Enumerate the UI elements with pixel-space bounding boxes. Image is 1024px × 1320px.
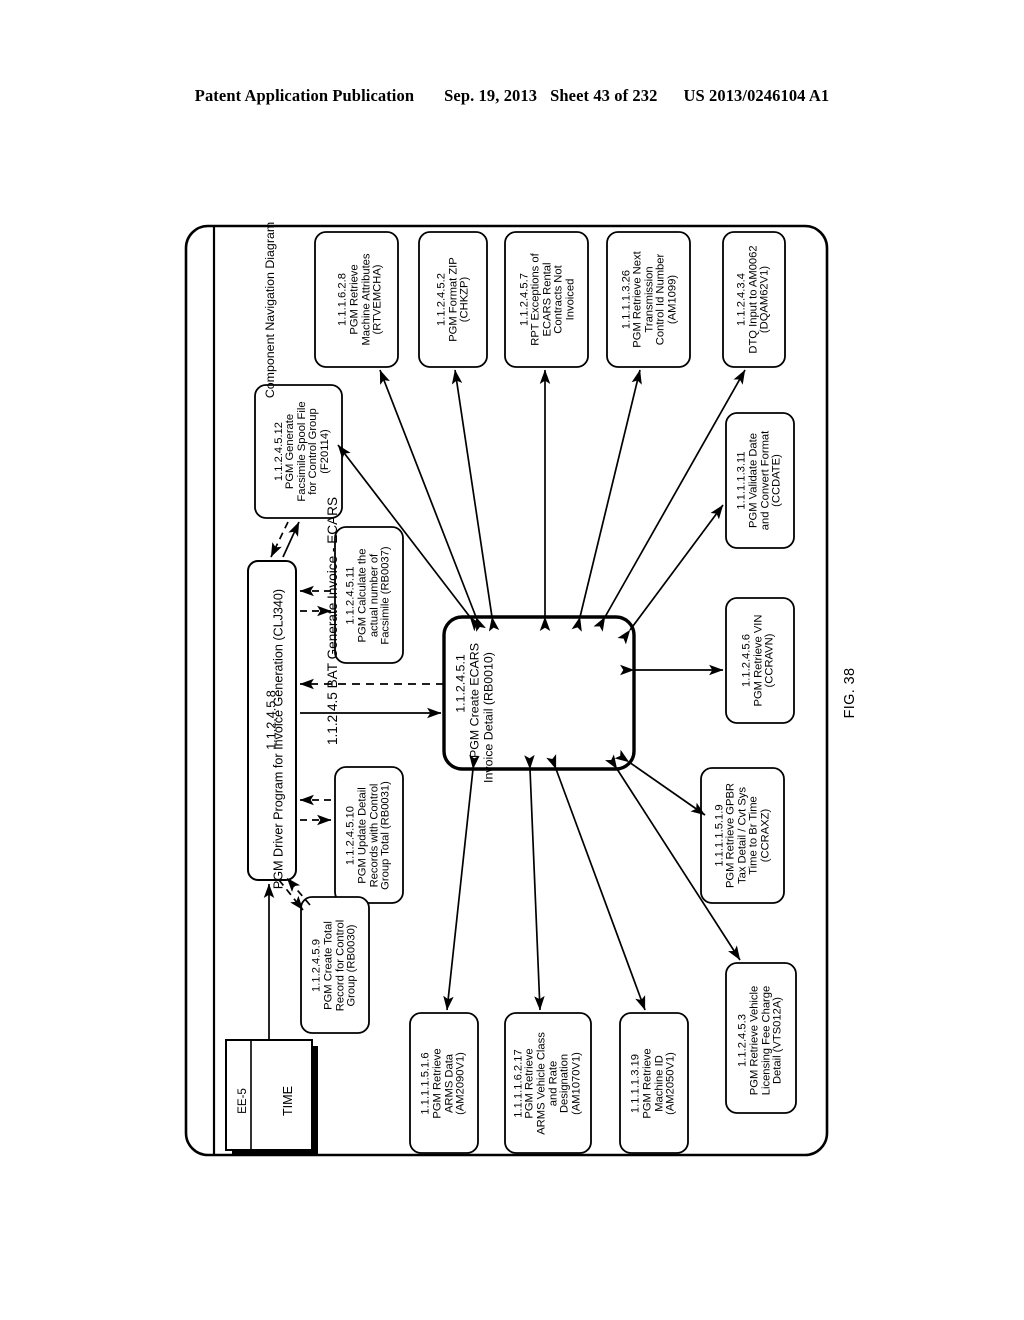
connector-center-arms-vehicle-class — [524, 754, 545, 1011]
box-calc-facsimile — [334, 526, 404, 664]
box-create-total — [300, 896, 370, 1034]
box-dtq-input — [722, 231, 786, 368]
connector-center-machine-id — [546, 754, 646, 1011]
box-machine-id — [619, 1012, 689, 1154]
box-arms-vehicle-class — [504, 1012, 592, 1154]
connector-createtotal-to-driver — [286, 877, 311, 906]
box-gpbr-tax — [700, 767, 785, 904]
figure-canvas: 1.1.2.4.5 BAT Generate Invoice - ECARS C… — [0, 0, 1024, 1320]
connector-center-next-transmission — [571, 369, 642, 632]
box-arms-data — [409, 1012, 479, 1154]
connector-center-update-detail-diag — [582, 769, 697, 900]
connector-center-arms-data — [443, 754, 480, 1011]
connector-center-validate-date — [617, 504, 724, 645]
box-driver-program — [247, 560, 297, 881]
connector-center-gpbr-tax — [614, 749, 706, 816]
box-update-detail — [334, 766, 404, 904]
box-format-zip — [418, 231, 488, 368]
component-navigation-diagram — [184, 224, 829, 1157]
box-next-transmission — [606, 231, 691, 368]
datastore-time — [225, 1039, 313, 1151]
connector-center-format-zip — [451, 369, 500, 632]
box-facsimile-spool — [254, 384, 343, 519]
box-validate-date — [725, 412, 795, 549]
box-rpt-exceptions — [504, 231, 589, 368]
connector-center-dtq-input — [593, 369, 746, 632]
connector-driver-to-createtotal — [278, 879, 304, 911]
box-retrieve-vin — [725, 597, 795, 724]
box-machine-attributes — [314, 231, 399, 368]
box-create-ecars-invoice-detail — [442, 615, 636, 771]
box-licensing-fee — [725, 962, 797, 1114]
